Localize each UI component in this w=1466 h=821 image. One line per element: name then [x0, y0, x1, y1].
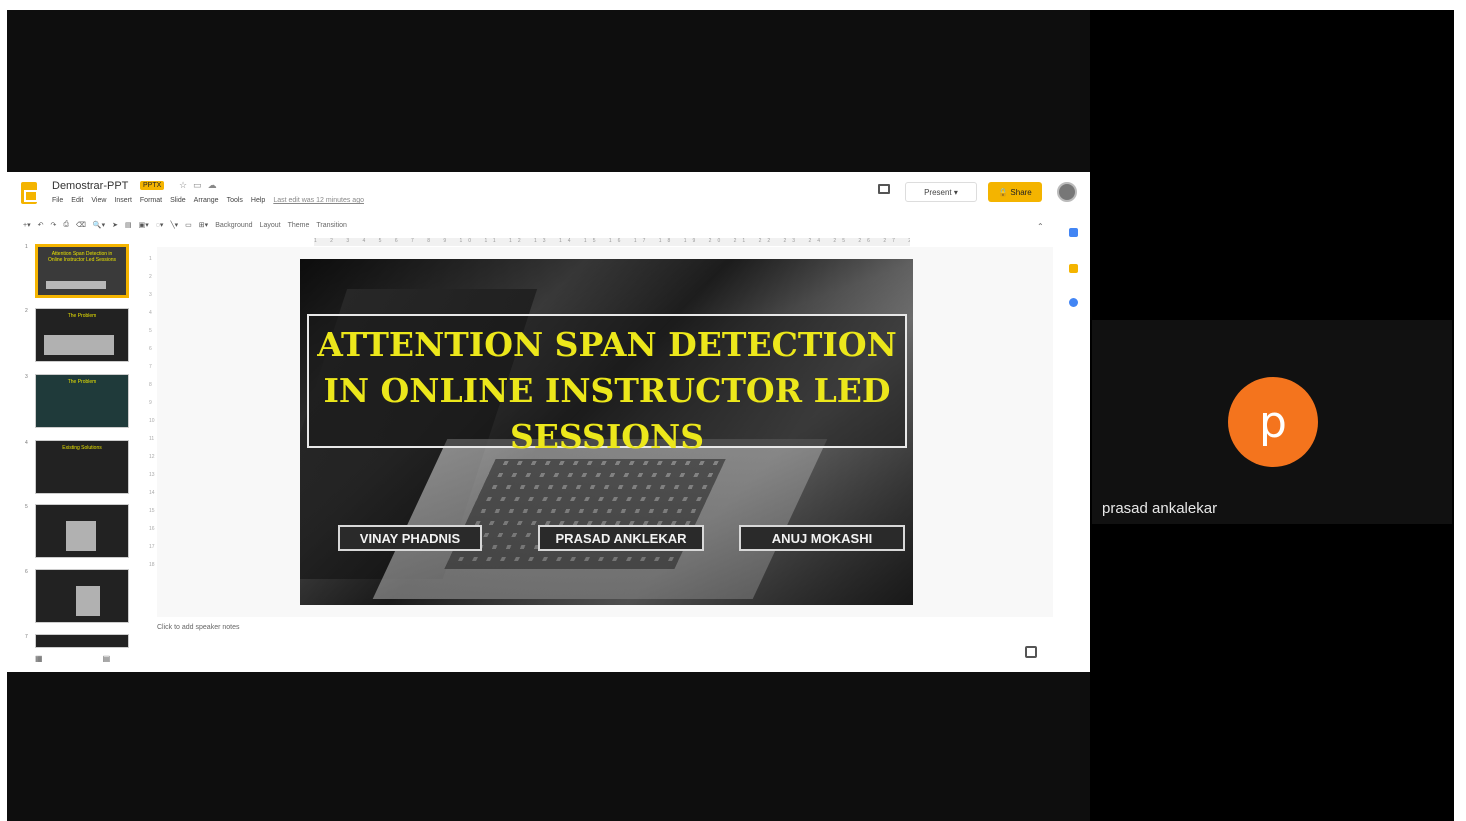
horizontal-ruler: 1 2 3 4 5 6 7 8 9 10 11 12 13 14 15 16 1… — [314, 238, 910, 246]
cloud-icon[interactable]: ☁ — [208, 180, 223, 190]
share-label: Share — [1010, 187, 1032, 197]
thumb-bar — [66, 521, 96, 551]
share-button[interactable]: 🔒 Share — [988, 182, 1042, 202]
add-slide-icon[interactable]: +▾ — [23, 221, 31, 229]
title-actions[interactable]: ☆▭☁ — [179, 180, 223, 191]
filmstrip: 1 Attention Span Detection in Online Ins… — [7, 242, 147, 672]
menu-edit[interactable]: Edit — [71, 197, 83, 204]
present-button[interactable]: Present ▾ — [905, 182, 977, 202]
slides-logo-icon[interactable] — [21, 182, 38, 204]
undo-icon[interactable]: ↶ — [38, 221, 44, 229]
slide-title: ATTENTION SPAN DETECTION IN ONLINE INSTR… — [317, 325, 897, 456]
present-label: Present — [924, 187, 952, 197]
toolbar-layout[interactable]: Layout — [260, 222, 281, 229]
folder-icon[interactable]: ▭ — [193, 180, 208, 190]
file-type-badge: PPTX — [140, 181, 165, 190]
thumb-bar — [76, 586, 100, 616]
toolbar: +▾ ↶ ↷ ⎙ ⌫ 🔍▾ ➤ ▤ ▣▾ ◌▾ ╲▾ ▭ ⊞▾ Backgrou… — [23, 218, 1063, 232]
comment-icon[interactable]: ▭ — [185, 221, 192, 229]
participant-name: prasad ankalekar — [1102, 500, 1218, 517]
document-title[interactable]: Demostrar-PPT — [52, 180, 128, 192]
thumb-text: Existing Solutions — [62, 445, 102, 451]
toolbar-transition[interactable]: Transition — [316, 222, 346, 229]
slide-thumbnail-4[interactable]: Existing Solutions — [35, 440, 129, 494]
thumb-number: 4 — [25, 440, 28, 446]
current-slide[interactable]: ATTENTION SPAN DETECTION IN ONLINE INSTR… — [300, 259, 913, 605]
redo-icon[interactable]: ↷ — [50, 221, 56, 229]
thumb-number: 1 — [25, 244, 28, 250]
keep-icon[interactable] — [1069, 264, 1078, 273]
vertical-ruler: 1 2 3 4 5 6 7 8 9 10 11 12 13 14 15 16 17 18 — [149, 256, 155, 568]
toolbar-background[interactable]: Background — [215, 222, 252, 229]
slide-thumbnail-5[interactable] — [35, 504, 129, 558]
slide-thumbnail-1[interactable]: Attention Span Detection in Online Instr… — [35, 244, 129, 298]
menu-help[interactable]: Help — [251, 197, 265, 204]
thumb-bar — [44, 335, 114, 355]
menu-slide[interactable]: Slide — [170, 197, 186, 204]
grid-view-icon[interactable]: ▦ — [35, 654, 103, 663]
print-icon[interactable]: ⎙ — [63, 221, 69, 229]
collapse-toolbar-icon[interactable]: ⌃ — [1037, 222, 1044, 231]
calendar-icon[interactable] — [1069, 228, 1078, 237]
slide-thumbnail-2[interactable]: The Problem — [35, 308, 129, 362]
side-panel — [1059, 222, 1089, 672]
slide-thumbnail-7[interactable] — [35, 634, 129, 648]
thumb-number: 2 — [25, 308, 28, 314]
menu-view[interactable]: View — [91, 197, 106, 204]
thumb-bar — [46, 281, 106, 289]
thumb-text: The Problem — [67, 313, 97, 319]
explore-icon[interactable] — [1025, 646, 1037, 658]
thumb-number: 7 — [25, 634, 28, 640]
line-icon[interactable]: ╲▾ — [170, 221, 178, 229]
thumb-number: 6 — [25, 569, 28, 575]
slide-thumbnail-3[interactable]: The Problem — [35, 374, 129, 428]
slide-title-box[interactable]: ATTENTION SPAN DETECTION IN ONLINE INSTR… — [307, 314, 907, 456]
speaker-notes[interactable]: Click to add speaker notes — [157, 624, 240, 631]
menu-bar: File Edit View Insert Format Slide Arran… — [52, 197, 364, 204]
shape-icon[interactable]: ◌▾ — [156, 221, 164, 229]
participant-avatar: p — [1228, 377, 1318, 467]
paint-format-icon[interactable]: ⌫ — [76, 221, 86, 229]
menu-format[interactable]: Format — [140, 197, 162, 204]
textbox-icon[interactable]: ▤ — [125, 221, 132, 229]
star-icon[interactable]: ☆ — [179, 180, 193, 190]
author-name-2[interactable]: PRASAD ANKLEKAR — [538, 525, 704, 551]
slide-thumbnail-6[interactable] — [35, 569, 129, 623]
account-avatar[interactable] — [1057, 182, 1077, 202]
comment-history-icon[interactable] — [878, 184, 890, 194]
thumb-text: Attention Span Detection in Online Instr… — [47, 251, 117, 263]
last-edit-link[interactable]: Last edit was 12 minutes ago — [273, 197, 364, 204]
list-view-icon[interactable]: ▤ — [103, 654, 171, 663]
image-icon[interactable]: ▣▾ — [139, 221, 149, 229]
screen: p prasad ankalekar Demostrar-PPT PPTX ☆▭… — [0, 0, 1466, 821]
author-name-1[interactable]: VINAY PHADNIS — [338, 525, 482, 551]
menu-arrange[interactable]: Arrange — [194, 197, 219, 204]
participant-tile[interactable]: p prasad ankalekar — [1092, 320, 1452, 524]
filmstrip-view-toggles[interactable]: ▦▤ — [35, 654, 170, 663]
thumb-number: 3 — [25, 374, 28, 380]
menu-tools[interactable]: Tools — [227, 197, 243, 204]
select-icon[interactable]: ➤ — [112, 221, 118, 229]
shared-screen: Demostrar-PPT PPTX ☆▭☁ File Edit View In… — [7, 172, 1090, 672]
menu-insert[interactable]: Insert — [114, 197, 132, 204]
menu-file[interactable]: File — [52, 197, 63, 204]
thumb-text: The Problem — [67, 379, 97, 385]
author-name-3[interactable]: ANUJ MOKASHI — [739, 525, 905, 551]
zoom-icon[interactable]: 🔍▾ — [93, 221, 105, 229]
table-icon[interactable]: ⊞▾ — [199, 221, 208, 229]
thumb-number: 5 — [25, 504, 28, 510]
toolbar-theme[interactable]: Theme — [288, 222, 310, 229]
tasks-icon[interactable] — [1069, 298, 1078, 307]
